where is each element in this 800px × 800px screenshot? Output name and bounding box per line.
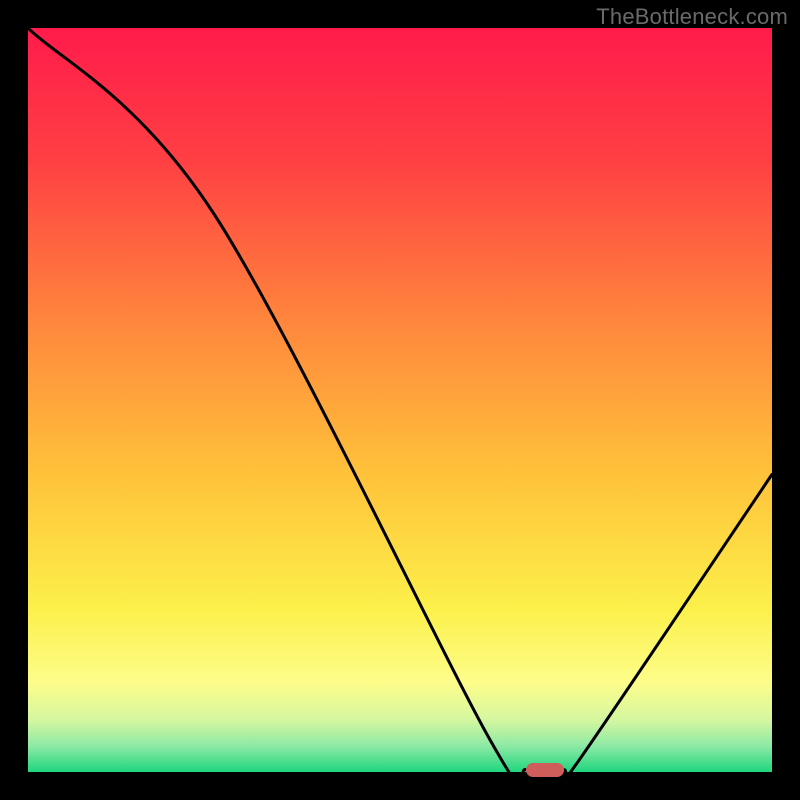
chart-frame: TheBottleneck.com — [0, 0, 800, 800]
plot-svg — [28, 28, 772, 772]
watermark-text: TheBottleneck.com — [596, 4, 788, 30]
gradient-background — [28, 28, 772, 772]
optimal-marker — [526, 763, 564, 777]
plot-area — [28, 28, 772, 772]
